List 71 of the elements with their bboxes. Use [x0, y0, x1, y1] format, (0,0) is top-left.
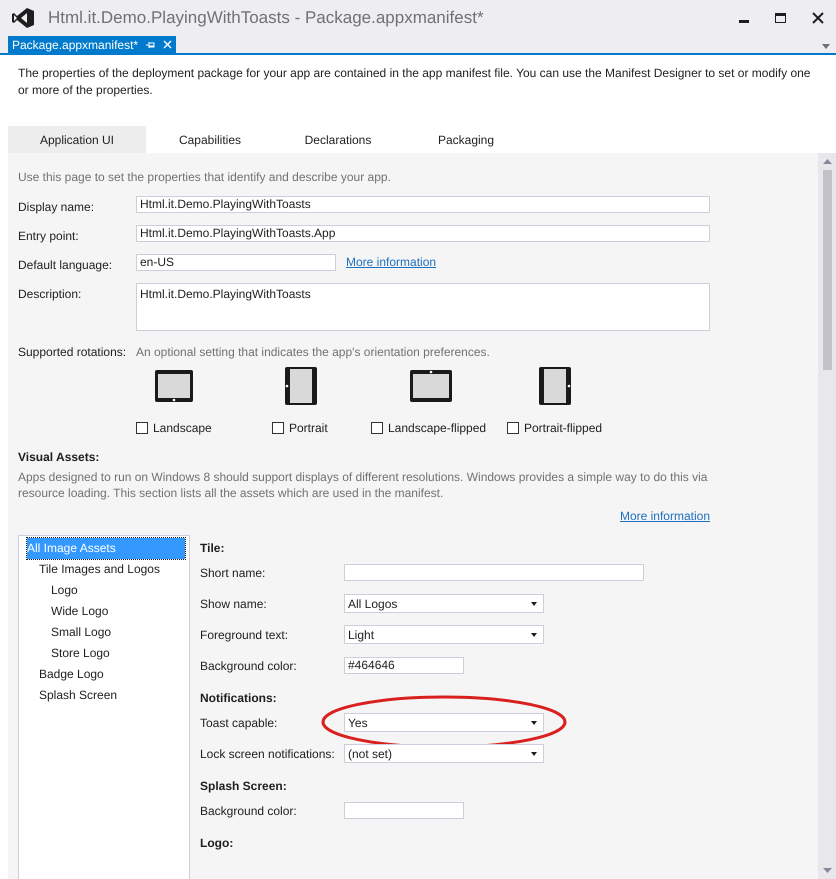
field-label: Entry point: [18, 228, 80, 245]
checkbox-label: Portrait-flipped [524, 420, 602, 437]
close-icon[interactable] [163, 40, 172, 49]
tree-item[interactable]: Badge Logo [39, 664, 104, 685]
close-button[interactable] [812, 12, 824, 24]
tree-item[interactable]: Wide Logo [51, 601, 108, 622]
caret-icon [531, 632, 537, 636]
scroll-down-icon[interactable] [822, 868, 832, 873]
logo-icon [12, 8, 34, 28]
checkbox[interactable] [371, 422, 383, 434]
input-field[interactable]: #464646 [344, 657, 464, 674]
section-heading: Splash Screen: [200, 778, 288, 795]
field-label: Supported rotations: [18, 344, 128, 361]
input-field[interactable]: en-US [136, 254, 336, 271]
dropdown-arrow-icon[interactable] [822, 44, 830, 49]
rotations-hint: An optional setting that indicates the app's orientation preferences. [136, 344, 490, 361]
field-label: Show name: [200, 596, 268, 612]
checkbox[interactable] [272, 422, 284, 434]
maximize-button[interactable] [775, 13, 786, 23]
tree-item[interactable]: Logo [51, 580, 78, 601]
tablet-landscape-icon [409, 369, 453, 403]
more-info-link[interactable]: More information [620, 507, 710, 525]
scrollbar-thumb[interactable] [822, 170, 832, 370]
input-field[interactable] [344, 802, 464, 819]
input-field[interactable]: Html.it.Demo.PlayingWithToasts.App [136, 225, 710, 242]
checkbox-label: Portrait [289, 420, 328, 437]
field-label: Background color: [200, 658, 298, 674]
field-label: Default language: [18, 257, 114, 274]
field-label: Toast capable: [200, 714, 278, 732]
input-field[interactable]: Html.it.Demo.PlayingWithToasts [136, 196, 710, 213]
checkbox-label: Landscape-flipped [388, 420, 486, 437]
tablet-portrait-icon [284, 366, 318, 406]
checkbox-label: Landscape [153, 420, 212, 437]
field-label: Short name: [200, 564, 266, 582]
checkbox[interactable] [136, 422, 148, 434]
caret-icon [531, 720, 537, 724]
tree-item[interactable]: Splash Screen [39, 685, 118, 706]
more-info-link[interactable]: More information [346, 254, 436, 271]
tab[interactable]: Application UI [8, 126, 146, 153]
scrollbar[interactable] [818, 153, 836, 879]
input-field[interactable] [344, 564, 644, 581]
dropdown[interactable]: All Logos [344, 594, 544, 613]
tablet-landscape-icon [154, 369, 194, 403]
field-label: Background color: [200, 802, 298, 820]
tablet-portrait-icon [538, 366, 572, 406]
dropdown[interactable]: (not set) [344, 744, 544, 763]
close-icon [812, 12, 824, 24]
field-label: Foreground text: [200, 626, 290, 644]
field-label: Lock screen notifications: [200, 746, 336, 762]
section-heading: Notifications: [200, 690, 278, 707]
caret-icon [531, 602, 537, 606]
field-label: Description: [18, 286, 82, 303]
window-title: Html.it.Demo.PlayingWithToasts - Package.appxmanifest* [48, 7, 484, 30]
scroll-up-icon[interactable] [822, 159, 832, 164]
page-hint: Use this page to set the properties that identify and describe your app. [18, 169, 392, 186]
caret-icon [531, 752, 537, 756]
dropdown[interactable]: Light [344, 625, 544, 644]
tree-item[interactable]: Store Logo [51, 643, 110, 664]
section-heading: Tile: [200, 540, 226, 557]
section-description: Apps designed to run on Windows 8 should support displays of different resolutions. Windows provides a simple way to do this via resource loading. This section lists all the assets which are used in the manifest. [18, 469, 708, 501]
tree-item[interactable]: Tile Images and Logos [39, 559, 160, 580]
checkbox[interactable] [507, 422, 519, 434]
section-heading: Logo: [200, 835, 234, 852]
dropdown[interactable]: Yes [344, 713, 544, 732]
tree-item[interactable]: Small Logo [51, 622, 112, 643]
section-heading: Visual Assets: [18, 449, 100, 466]
text-area[interactable]: Html.it.Demo.PlayingWithToasts [136, 283, 710, 331]
intro-text: The properties of the deployment package for your app are contained in the app manifest file. You can use the Manifest Designer to set or modify one or more of the properties. [18, 65, 812, 99]
document-tab[interactable]: Package.appxmanifest* [8, 36, 176, 53]
field-label: Display name: [18, 199, 96, 216]
pin-icon[interactable] [146, 40, 156, 48]
